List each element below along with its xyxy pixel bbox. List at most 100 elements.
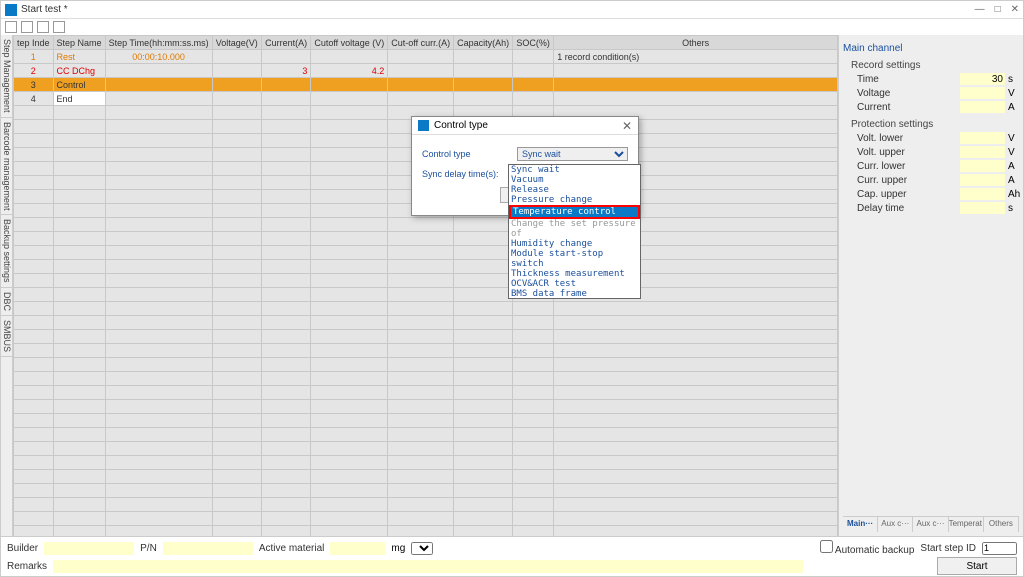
setting-label: Cap. upper	[857, 189, 960, 200]
start-step-label: Start step ID	[920, 543, 976, 554]
dropdown-option[interactable]: Pressure change	[509, 195, 640, 205]
right-tab[interactable]: Aux c···	[878, 517, 913, 532]
column-header[interactable]: Step Time(hh:mm:ss.ms)	[105, 36, 212, 50]
setting-unit: A	[1005, 102, 1019, 113]
start-button[interactable]: Start	[937, 557, 1017, 575]
setting-unit: Ah	[1005, 189, 1019, 200]
save-icon[interactable]	[37, 21, 49, 33]
left-tab[interactable]: Step Management	[1, 35, 12, 118]
column-header[interactable]: Cutoff voltage (V)	[311, 36, 388, 50]
save-as-icon[interactable]	[53, 21, 65, 33]
dropdown-option[interactable]: Temperature control	[509, 205, 640, 219]
remarks-label: Remarks	[7, 561, 47, 572]
setting-unit: A	[1005, 175, 1019, 186]
control-type-dropdown[interactable]: Sync waitVacuumReleasePressure changeTem…	[508, 164, 641, 299]
builder-label: Builder	[7, 543, 38, 554]
setting-input[interactable]	[960, 174, 1005, 186]
setting-input[interactable]	[960, 146, 1005, 158]
table-row[interactable]: 3Control	[14, 78, 838, 92]
dropdown-option[interactable]: Module start-stop switch	[509, 249, 640, 269]
setting-unit: V	[1005, 147, 1019, 158]
setting-label: Voltage	[857, 88, 960, 99]
sync-delay-label: Sync delay time(s):	[422, 169, 509, 179]
dropdown-option[interactable]: OCV&ACR test	[509, 279, 640, 289]
setting-label: Delay time	[857, 203, 960, 214]
step-table[interactable]: tep IndeStep NameStep Time(hh:mm:ss.ms)V…	[13, 35, 838, 536]
column-header[interactable]: Current(A)	[261, 36, 310, 50]
dropdown-option[interactable]: Change the set pressure of	[509, 219, 640, 239]
setting-label: Curr. lower	[857, 161, 960, 172]
right-panel: Main channel Record settings Time s Voltag…	[838, 35, 1023, 536]
auto-backup-checkbox[interactable]: Automatic backup	[820, 540, 915, 556]
dropdown-option[interactable]: Release	[509, 185, 640, 195]
right-tab[interactable]: Temperat···	[949, 517, 984, 532]
setting-input[interactable]	[960, 101, 1005, 113]
builder-input[interactable]	[44, 542, 134, 555]
table-row[interactable]: 2CC DChg34.2	[14, 64, 838, 78]
setting-label: Volt. lower	[857, 133, 960, 144]
setting-unit: A	[1005, 161, 1019, 172]
setting-input[interactable]	[960, 188, 1005, 200]
column-header[interactable]: Step Name	[53, 36, 105, 50]
main-channel-title: Main channel	[843, 43, 1019, 54]
record-settings-title: Record settings	[843, 60, 1019, 71]
pn-label: P/N	[140, 543, 157, 554]
setting-unit: V	[1005, 133, 1019, 144]
setting-input[interactable]	[960, 202, 1005, 214]
column-header[interactable]: Others	[554, 36, 838, 50]
open-icon[interactable]	[21, 21, 33, 33]
right-tab[interactable]: Main···	[843, 517, 878, 532]
setting-label: Curr. upper	[857, 175, 960, 186]
new-icon[interactable]	[5, 21, 17, 33]
active-material-label: Active material	[259, 543, 325, 554]
setting-label: Current	[857, 102, 960, 113]
column-header[interactable]: SOC(%)	[513, 36, 554, 50]
right-tab[interactable]: Others	[984, 517, 1019, 532]
column-header[interactable]: Cut-off curr.(A)	[388, 36, 454, 50]
start-step-input[interactable]	[982, 542, 1017, 555]
dialog-title: Control type	[434, 120, 488, 131]
maximize-icon[interactable]: □	[995, 4, 1001, 15]
dialog-close-icon[interactable]: ✕	[622, 119, 632, 133]
control-type-label: Control type	[422, 149, 517, 159]
toolbar	[1, 19, 1023, 35]
am-unit-select[interactable]	[411, 542, 433, 555]
setting-input[interactable]	[960, 87, 1005, 99]
dialog-icon	[418, 120, 429, 131]
am-unit: mg	[391, 543, 405, 554]
remarks-input[interactable]	[53, 560, 803, 573]
right-panel-tabs: Main···Aux c···Aux c···Temperat···Others	[843, 516, 1019, 532]
setting-label: Volt. upper	[857, 147, 960, 158]
left-tabs: Step ManagementBarcode managementBackup …	[1, 35, 13, 536]
left-tab[interactable]: Backup settings	[1, 215, 12, 288]
active-material-input[interactable]	[330, 542, 385, 555]
dropdown-option[interactable]: Thickness measurement	[509, 269, 640, 279]
protection-settings-title: Protection settings	[843, 119, 1019, 130]
setting-input[interactable]	[960, 73, 1005, 85]
setting-input[interactable]	[960, 160, 1005, 172]
control-type-select[interactable]: Sync wait	[517, 147, 628, 161]
dropdown-option[interactable]: Vacuum	[509, 175, 640, 185]
setting-unit: s	[1005, 203, 1019, 214]
app-icon	[5, 4, 17, 16]
table-row[interactable]: 4End	[14, 92, 838, 106]
right-tab[interactable]: Aux c···	[913, 517, 948, 532]
title-bar: Start test * — □ ✕	[1, 1, 1023, 19]
setting-label: Time	[857, 74, 960, 85]
left-tab[interactable]: DBC	[1, 288, 12, 316]
bottom-bar: Builder P/N Active material mg Automatic…	[1, 536, 1023, 576]
table-row[interactable]: 1Rest00:00:10.0001 record condition(s)	[14, 50, 838, 64]
setting-unit: V	[1005, 88, 1019, 99]
left-tab[interactable]: Barcode management	[1, 118, 12, 216]
close-icon[interactable]: ✕	[1011, 4, 1019, 15]
column-header[interactable]: Voltage(V)	[212, 36, 261, 50]
setting-input[interactable]	[960, 132, 1005, 144]
dropdown-option[interactable]: Sync wait	[509, 165, 640, 175]
minimize-icon[interactable]: —	[975, 4, 985, 15]
left-tab[interactable]: SMBUS	[1, 316, 12, 357]
pn-input[interactable]	[163, 542, 253, 555]
column-header[interactable]: tep Inde	[14, 36, 54, 50]
column-header[interactable]: Capacity(Ah)	[454, 36, 513, 50]
dropdown-option[interactable]: BMS data frame	[509, 289, 640, 299]
dropdown-option[interactable]: Humidity change	[509, 239, 640, 249]
